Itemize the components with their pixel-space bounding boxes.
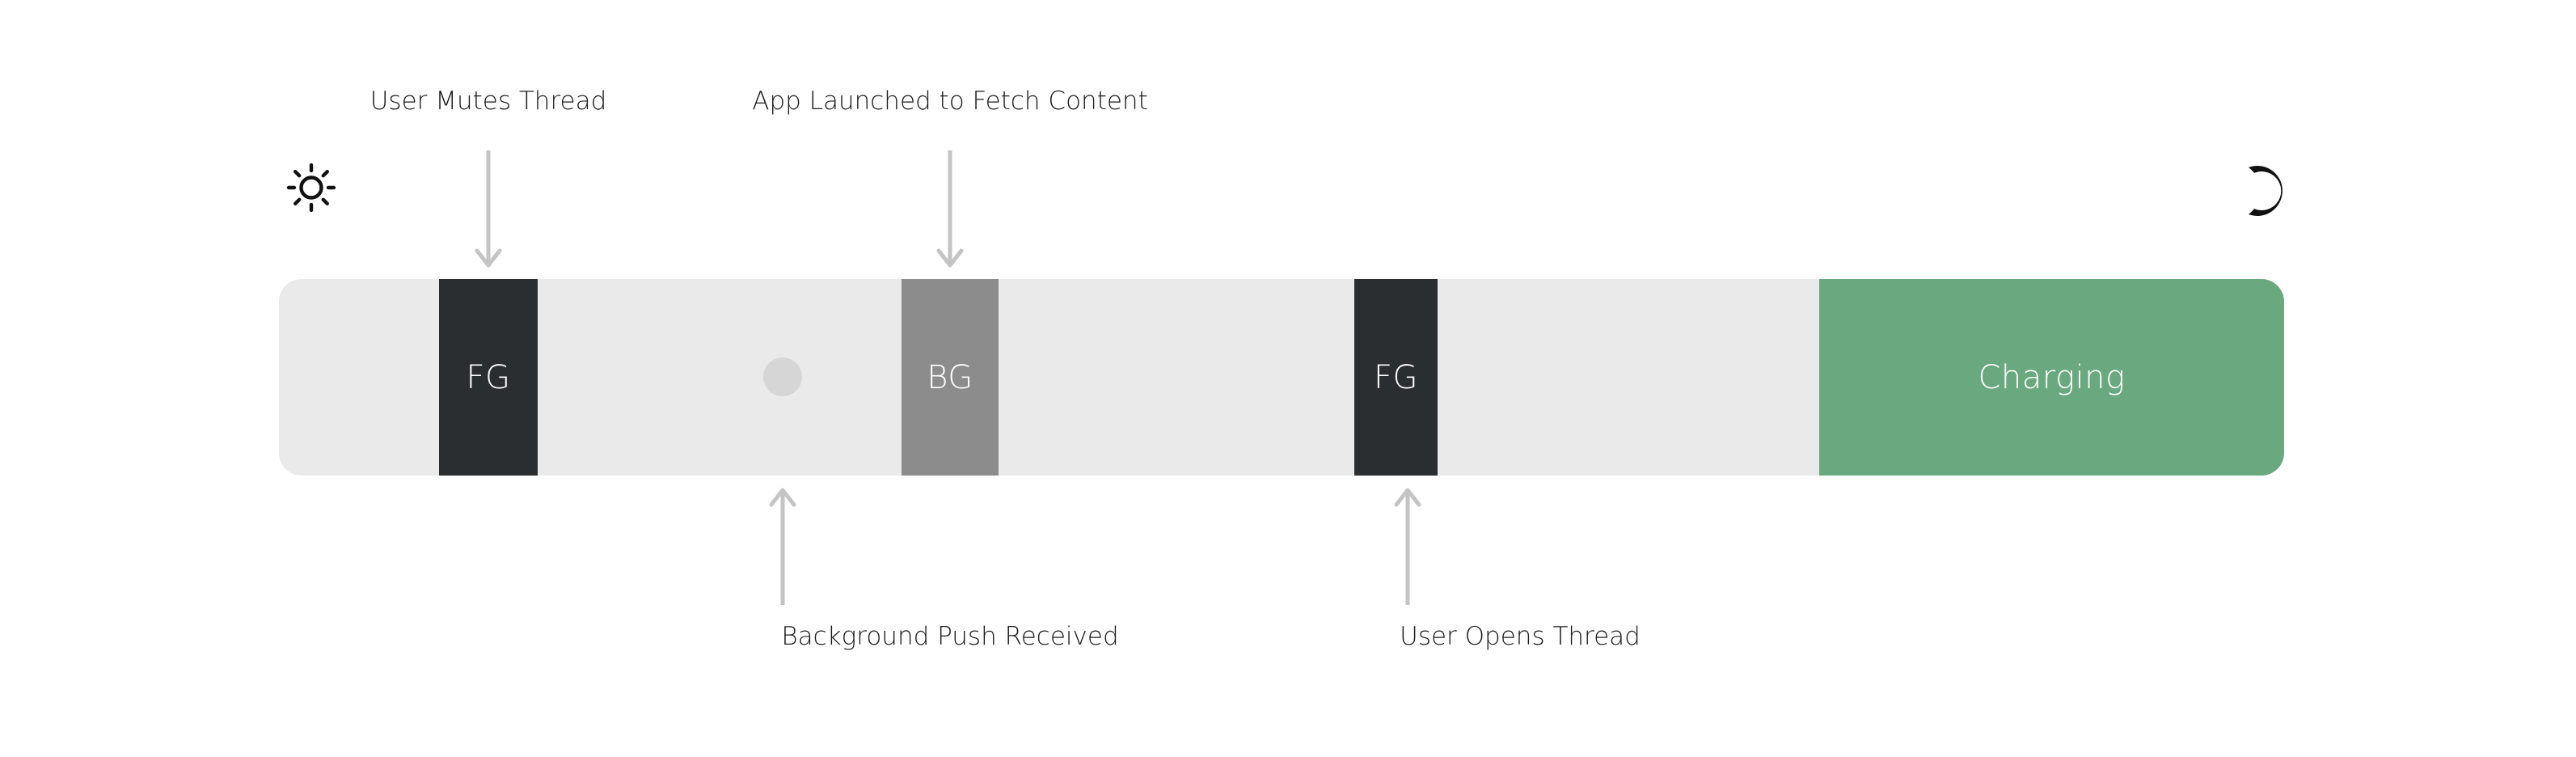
timeline-segment-label: FG xyxy=(466,358,511,396)
annotation-label-background-push-received: Background Push Received xyxy=(781,622,1119,651)
sun-icon xyxy=(286,163,336,213)
moon-icon xyxy=(2229,163,2286,219)
timeline-segment-fg-2[interactable]: FG xyxy=(1354,279,1438,476)
annotation-arrow-down-app-launched-fetch xyxy=(934,148,966,269)
annotation-label-user-opens-thread: User Opens Thread xyxy=(1400,622,1641,651)
timeline-segment-charging[interactable]: Charging xyxy=(1819,279,2284,476)
annotation-label-user-mutes-thread: User Mutes Thread xyxy=(370,87,607,116)
annotation-arrow-down-user-mutes-thread xyxy=(472,148,505,269)
timeline-segment-fg-1[interactable]: FG xyxy=(439,279,538,476)
annotation-label-app-launched-fetch: App Launched to Fetch Content xyxy=(752,87,1148,116)
timeline-segment-label: FG xyxy=(1373,358,1418,396)
timeline-diagram: User Mutes Thread App Launched to Fetch … xyxy=(0,0,2576,757)
timeline-bar: FG BG FG Charging xyxy=(279,279,2284,476)
timeline-segment-bg-1[interactable]: BG xyxy=(902,279,999,476)
annotation-arrow-up-background-push-received xyxy=(766,487,799,607)
push-event-dot-marker[interactable] xyxy=(763,357,802,396)
timeline-segment-label: BG xyxy=(927,358,973,396)
timeline-segment-label: Charging xyxy=(1978,358,2126,396)
annotation-arrow-up-user-opens-thread xyxy=(1391,487,1424,607)
